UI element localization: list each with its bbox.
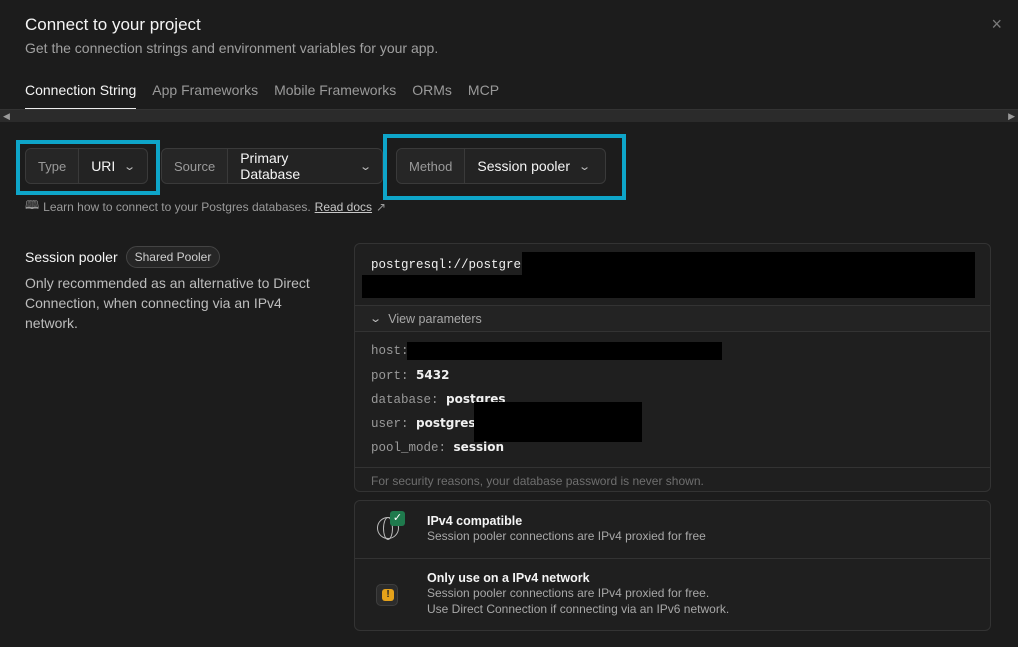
param-key: port:	[371, 369, 409, 383]
redacted-block	[407, 342, 722, 360]
shared-pooler-badge: Shared Pooler	[125, 246, 221, 268]
read-docs-link[interactable]: Read docs	[315, 200, 372, 214]
param-port: port: 5432	[371, 368, 449, 383]
info-title: IPv4 compatible	[427, 514, 523, 528]
info-ipv4-only: Only use on a IPv4 network Session poole…	[355, 571, 990, 617]
info-line: Session pooler connections are IPv4 prox…	[427, 586, 710, 600]
chevron-down-icon: ⌄	[369, 313, 383, 325]
dialog-subtitle: Get the connection strings and environme…	[25, 40, 439, 56]
horizontal-scrollbar[interactable]: ◀ ▶	[0, 109, 1018, 122]
param-host: host:	[371, 344, 409, 358]
dialog-title: Connect to your project	[25, 15, 201, 34]
tab-bar: Connection String App Frameworks Mobile …	[25, 82, 499, 110]
param-value: 5432	[416, 368, 450, 382]
source-dropdown[interactable]: Primary Database ⌄	[228, 149, 382, 183]
source-label: Source	[162, 149, 229, 183]
method-highlight-box	[383, 134, 626, 200]
param-user: user: postgres.	[371, 416, 480, 431]
info-line: Use Direct Connection if connecting via …	[427, 602, 730, 616]
param-key: database:	[371, 393, 439, 407]
tab-orms[interactable]: ORMs	[412, 82, 452, 110]
scroll-right-icon[interactable]: ▶	[1008, 111, 1015, 122]
param-pool-mode: pool_mode: session	[371, 440, 504, 455]
security-note: For security reasons, your database pass…	[355, 467, 990, 491]
connection-string[interactable]: postgresql://postgres	[371, 258, 529, 272]
redacted-block	[522, 252, 975, 275]
info-line: Session pooler connections are IPv4 prox…	[427, 529, 706, 543]
learn-text: Learn how to connect to your Postgres da…	[43, 199, 311, 214]
tab-mcp[interactable]: MCP	[468, 82, 499, 110]
scroll-left-icon[interactable]: ◀	[3, 111, 10, 122]
info-box: ✓ IPv4 compatible Session pooler connect…	[354, 500, 991, 631]
view-parameters-toggle[interactable]: ⌄ View parameters	[355, 305, 990, 332]
param-value: postgres.	[416, 416, 481, 430]
redacted-block	[362, 275, 975, 298]
tab-mobile-frameworks[interactable]: Mobile Frameworks	[274, 82, 396, 110]
tab-connection-string[interactable]: Connection String	[25, 82, 137, 110]
divider	[355, 558, 990, 559]
learn-hint: 🕮 Learn how to connect to your Postgres …	[25, 196, 386, 217]
section-title: Session pooler Shared Pooler	[25, 246, 221, 268]
param-key: pool_mode:	[371, 441, 447, 455]
close-icon[interactable]: ×	[991, 14, 1002, 35]
source-value: Primary Database	[240, 150, 301, 182]
session-pooler-title: Session pooler	[25, 249, 118, 265]
redacted-block	[474, 402, 642, 442]
param-key: user:	[371, 417, 409, 431]
info-title: Only use on a IPv4 network	[427, 571, 590, 585]
param-key: host:	[371, 344, 409, 358]
external-link-icon: ↗	[376, 199, 387, 214]
param-value: session	[453, 440, 504, 454]
view-parameters-label: View parameters	[388, 311, 482, 326]
chevron-down-icon: ⌄	[358, 160, 372, 173]
tab-app-frameworks[interactable]: App Frameworks	[152, 82, 258, 110]
info-ipv4-compatible: IPv4 compatible Session pooler connectio…	[355, 514, 990, 544]
source-selector: Source Primary Database ⌄	[161, 148, 383, 184]
section-description: Only recommended as an alternative to Di…	[25, 275, 310, 331]
connection-panel: postgresql://postgres ⌄ View parameters …	[354, 243, 991, 492]
book-icon: 🕮	[25, 198, 40, 212]
type-highlight-box	[16, 140, 160, 195]
